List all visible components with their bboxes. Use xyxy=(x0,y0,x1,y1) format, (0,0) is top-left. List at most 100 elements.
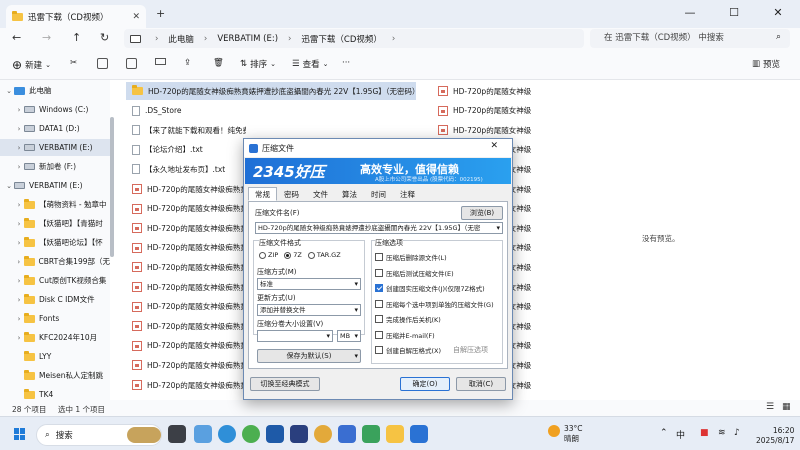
sfx-options-label[interactable]: 自解压选项 xyxy=(453,345,488,355)
chevron-right-icon[interactable]: › xyxy=(14,239,24,247)
app-icon[interactable] xyxy=(290,425,308,443)
cancel-button[interactable]: 取消(C) xyxy=(456,377,506,391)
filename-field[interactable]: HD-720p的尾随女神级痴熟賁婊押遭抄底盗攝閨內春光 22V【1.95G】（无… xyxy=(255,222,503,234)
chevron-right-icon[interactable]: › xyxy=(14,201,24,209)
sidebar-item[interactable]: › 【妖猫吧论坛】【怀 xyxy=(0,234,110,251)
file-item[interactable]: 【论坛介绍】.txt xyxy=(126,141,246,159)
share-icon[interactable]: ⇪ xyxy=(184,58,191,68)
cut-icon[interactable]: ✂ xyxy=(70,58,77,68)
option-checkbox[interactable]: 压缩后删除源文件(L) xyxy=(375,252,447,262)
tab-password[interactable]: 密码 xyxy=(277,187,306,201)
wifi-icon[interactable]: ≋ xyxy=(718,428,726,438)
sidebar-item[interactable]: › CBRT合集199部（无 xyxy=(0,253,110,270)
details-view-icon[interactable]: ☰ xyxy=(766,402,774,412)
sidebar-item[interactable]: › DATA1 (D:) xyxy=(0,120,110,137)
file-item[interactable]: HD-720p的尾随女神级痴熟賁婊 xyxy=(126,239,246,257)
option-checkbox[interactable]: 压缩每个选中项到单独的压缩文件(G) xyxy=(375,299,494,309)
sidebar-item[interactable]: LYY xyxy=(0,348,110,365)
tiles-view-icon[interactable]: ▦ xyxy=(782,402,791,412)
copy-icon[interactable] xyxy=(97,58,108,69)
app-icon[interactable] xyxy=(338,425,356,443)
app-icon[interactable] xyxy=(314,425,332,443)
breadcrumb-item[interactable]: 迅雷下载（CD视频） xyxy=(301,33,381,45)
volume-icon[interactable]: ♪ xyxy=(734,428,740,438)
chevron-right-icon[interactable]: › xyxy=(14,334,24,342)
clock[interactable]: 16:20 2025/8/17 xyxy=(756,426,794,446)
checkbox-icon[interactable] xyxy=(375,315,383,323)
checkbox-icon[interactable] xyxy=(375,253,383,261)
chevron-down-icon[interactable]: ⌄ xyxy=(4,87,14,95)
option-checkbox[interactable]: 创建固实压缩文件(J)(仅限7Z格式) xyxy=(375,283,485,293)
edge-icon[interactable] xyxy=(218,425,236,443)
new-button[interactable]: ⊕ 新建 ⌄ xyxy=(12,58,51,72)
rename-icon[interactable] xyxy=(155,58,166,65)
sidebar-item[interactable]: › Disk C IDM文件 xyxy=(0,291,110,308)
scrollbar[interactable] xyxy=(110,117,114,257)
chevron-up-icon[interactable]: ⌃ xyxy=(660,428,668,438)
chevron-right-icon[interactable]: › xyxy=(14,125,24,133)
file-item[interactable]: HD-720p的尾随女神级痴熟賁婊 xyxy=(126,298,246,316)
tab-files[interactable]: 文件 xyxy=(306,187,335,201)
forward-arrow-icon[interactable]: → xyxy=(42,31,51,44)
file-item[interactable]: HD-720p的尾随女神级痴熟賁婊 xyxy=(126,356,246,374)
option-checkbox[interactable]: 压缩后测试压缩文件(E) xyxy=(375,268,454,278)
window-tab[interactable]: 迅雷下载（CD视频） ✕ xyxy=(6,5,146,28)
sort-button[interactable]: ⇅ 排序 ⌄ xyxy=(240,58,276,70)
haozip-icon[interactable] xyxy=(410,425,428,443)
checkbox-icon[interactable] xyxy=(375,284,383,292)
taskbar-search[interactable]: ⌕ 搜索 xyxy=(36,424,162,446)
file-item[interactable]: HD-720p的尾随女神级痴熟賁婊 xyxy=(126,337,246,355)
chevron-right-icon[interactable]: › xyxy=(14,258,24,266)
search-input[interactable]: 在 迅雷下载（CD视频） 中搜索 xyxy=(590,29,790,48)
chevron-right-icon[interactable]: › xyxy=(14,296,24,304)
save-default-button[interactable]: 保存为默认(S) xyxy=(257,349,361,363)
checkbox-icon[interactable] xyxy=(375,330,383,339)
dialog-close-icon[interactable]: ✕ xyxy=(490,141,508,151)
app-icon[interactable] xyxy=(194,425,212,443)
ok-button[interactable]: 确定(O) xyxy=(400,377,450,391)
update-select[interactable]: 添加并替换文件 xyxy=(257,304,361,316)
app-icon[interactable] xyxy=(362,425,380,443)
option-checkbox[interactable]: 创建自解压格式(X) xyxy=(375,345,441,355)
file-explorer-icon[interactable] xyxy=(386,425,404,443)
file-item[interactable]: .DS_Store xyxy=(126,102,246,120)
paste-icon[interactable] xyxy=(126,58,137,69)
file-item[interactable]: HD-720p的尾随女神级痴熟賁婊押遭抄底盗攝閨內春光 22V【1.95G】（无… xyxy=(126,82,416,100)
breadcrumb-item[interactable]: 此电脑 xyxy=(168,33,194,45)
ime-icon[interactable]: 中 xyxy=(676,428,685,441)
file-item[interactable]: HD-720p的尾随女神级 xyxy=(432,102,532,120)
sidebar-item[interactable]: ⌄ VERBATIM (E:) xyxy=(0,177,110,194)
classic-mode-button[interactable]: 切换至经典模式 xyxy=(250,377,320,391)
file-item[interactable]: HD-720p的尾随女神级痴熟賁婊 xyxy=(126,376,246,394)
checkbox-icon[interactable] xyxy=(375,346,383,354)
sidebar-item[interactable]: › Cut原创TK视频合集 xyxy=(0,272,110,289)
task-view-icon[interactable] xyxy=(168,425,186,443)
format-radio-targz[interactable]: TAR.GZ xyxy=(307,251,341,259)
checkbox-icon[interactable] xyxy=(375,299,383,308)
chevron-right-icon[interactable]: › xyxy=(14,277,24,285)
sidebar-item[interactable]: › Windows (C:) xyxy=(0,101,110,118)
sidebar-item[interactable]: › 【妖猫吧】【青猫时 xyxy=(0,215,110,232)
sidebar-item[interactable]: › Fonts xyxy=(0,310,110,327)
file-item[interactable]: HD-720p的尾随女神级痴熟賁婊 xyxy=(126,317,246,335)
chevron-right-icon[interactable]: › xyxy=(14,315,24,323)
back-arrow-icon[interactable]: ← xyxy=(12,31,21,44)
chevron-right-icon[interactable]: › xyxy=(14,144,24,152)
browse-button[interactable]: 浏览(B) xyxy=(461,206,503,220)
sidebar-item[interactable]: › KFC2024年10月 xyxy=(0,329,110,346)
file-item[interactable]: HD-720p的尾随女神级 xyxy=(432,82,532,100)
app-icon[interactable] xyxy=(266,425,284,443)
new-tab-button[interactable]: + xyxy=(156,7,165,20)
split-size-select[interactable] xyxy=(257,330,333,342)
sidebar-item[interactable]: ⌄ 此电脑 xyxy=(0,82,110,99)
sidebar-item[interactable]: › 新加卷 (F:) xyxy=(0,158,110,175)
split-unit-select[interactable]: MB xyxy=(337,330,361,342)
minimize-button[interactable]: — xyxy=(668,0,712,28)
file-item[interactable]: HD-720p的尾随女神级痴熟賁婊 xyxy=(126,278,246,296)
sidebar-item[interactable]: › VERBATIM (E:) xyxy=(0,139,110,156)
file-item[interactable]: 【永久地址发布页】.txt xyxy=(126,160,246,178)
refresh-icon[interactable]: ↻ xyxy=(100,31,109,44)
tab-time[interactable]: 时间 xyxy=(364,187,393,201)
format-radio-zip[interactable]: ZIP xyxy=(259,251,278,259)
file-item[interactable]: HD-720p的尾随女神级痴熟賁婊 xyxy=(126,180,246,198)
